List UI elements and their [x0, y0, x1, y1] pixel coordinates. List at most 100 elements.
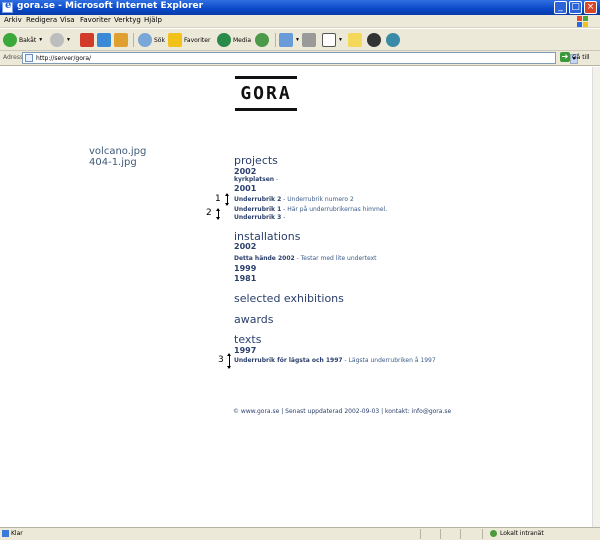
subheading-item[interactable]: Underrubrik 2 - Underrubrik numero 2	[234, 196, 354, 203]
menu-arkiv[interactable]: Arkiv	[4, 16, 22, 24]
menu-visa[interactable]: Visa	[60, 16, 75, 24]
history-button[interactable]	[255, 32, 269, 48]
close-button[interactable]: ×	[584, 1, 597, 14]
stop-icon	[80, 33, 94, 47]
file-link[interactable]: 404-1.jpg	[89, 157, 146, 168]
chevron-down-icon[interactable]: ▼	[295, 37, 300, 43]
menu-redigera[interactable]: Redigera	[26, 16, 57, 24]
subheading-item[interactable]: Detta hände 2002 - Testar med lite under…	[234, 255, 376, 262]
windows-logo-icon	[577, 16, 588, 27]
menu-favoriter[interactable]: Favoriter	[80, 16, 111, 24]
subheading-title: Underrubrik 3	[234, 214, 282, 221]
maximize-button[interactable]: □	[569, 1, 582, 14]
mail-icon	[279, 33, 293, 47]
discuss-button[interactable]	[348, 32, 362, 48]
menu-bar: Arkiv Redigera Visa Favoriter Verktyg Hj…	[0, 15, 600, 28]
favorites-button[interactable]: Favoriter	[168, 32, 210, 48]
media-icon	[217, 33, 231, 47]
go-button[interactable]: ➔ Gå till	[560, 52, 590, 62]
messenger-button[interactable]	[386, 32, 400, 48]
subheading-desc: -	[281, 214, 286, 221]
page-icon	[25, 54, 33, 62]
logo-bar-top	[235, 76, 297, 79]
address-label: Adress	[3, 54, 24, 61]
research-button[interactable]	[367, 32, 381, 48]
media-button[interactable]: Media	[217, 32, 251, 48]
nav-projects[interactable]: projects	[234, 154, 278, 167]
file-link[interactable]: volcano.jpg	[89, 146, 146, 157]
chevron-down-icon[interactable]: ▼	[38, 37, 43, 43]
double-arrow-icon	[216, 208, 220, 220]
print-button[interactable]	[302, 32, 316, 48]
year-link[interactable]: 1997	[234, 346, 256, 355]
back-button[interactable]: Bakåt ▼	[3, 32, 43, 48]
search-icon	[138, 33, 152, 47]
title-bar: gora.se - Microsoft Internet Explorer _ …	[0, 0, 600, 15]
minimize-button[interactable]: _	[554, 1, 567, 14]
nav-selected-exhibitions[interactable]: selected exhibitions	[234, 292, 344, 305]
research-icon	[367, 33, 381, 47]
forward-button[interactable]: ▼	[50, 32, 71, 48]
security-zone: Lokalt intranät	[490, 530, 544, 537]
intranet-icon	[490, 530, 497, 537]
home-button[interactable]	[114, 32, 128, 48]
subheading-title: Detta hände 2002	[234, 255, 295, 262]
page-footer: © www.gora.se | Senast uppdaterad 2002-0…	[233, 408, 452, 415]
status-bar: Klar Lokalt intranät	[0, 527, 600, 540]
mail-button[interactable]: ▼	[279, 32, 300, 48]
chevron-down-icon[interactable]: ▼	[66, 37, 71, 43]
stop-button[interactable]	[80, 32, 94, 48]
ie-icon	[2, 0, 13, 13]
year-link[interactable]: 1981	[234, 274, 256, 283]
nav-awards[interactable]: awards	[234, 313, 274, 326]
toolbar: Bakåt ▼ ▼ Sök Favoriter Media ▼ ▼	[0, 29, 600, 51]
year-link[interactable]: 1999	[234, 264, 256, 273]
vertical-scrollbar[interactable]	[592, 67, 600, 527]
year-link[interactable]: 2001	[234, 184, 256, 193]
forward-arrow-icon	[50, 33, 64, 47]
address-input[interactable]	[36, 54, 536, 63]
subheading-item[interactable]: Underrubrik 1 - Här på underrubrikernas …	[234, 206, 387, 213]
page-done-icon	[2, 530, 9, 537]
subheading-item[interactable]: Underrubrik 3 -	[234, 214, 285, 221]
subheading-desc: - Testar med lite undertext	[294, 255, 377, 262]
toolbar-separator	[275, 33, 276, 47]
back-arrow-icon	[3, 33, 17, 47]
search-button[interactable]: Sök	[138, 32, 165, 48]
status-text: Klar	[2, 530, 23, 537]
window-title: gora.se - Microsoft Internet Explorer	[17, 1, 204, 11]
edit-icon	[322, 33, 336, 47]
chevron-down-icon[interactable]: ▼	[338, 37, 343, 43]
subheading-desc: - Underrubrik numero 2	[281, 196, 354, 203]
status-divider	[460, 529, 461, 539]
history-icon	[255, 33, 269, 47]
marker-label: 1	[215, 194, 221, 204]
edit-button[interactable]: ▼	[322, 32, 343, 48]
menu-verktyg[interactable]: Verktyg	[114, 16, 141, 24]
subheading-item[interactable]: Underrubrik för lägsta och 1997 - Lägsta…	[234, 357, 436, 364]
address-bar: Adress ▼ ➔ Gå till	[0, 51, 600, 66]
project-title: kyrkplatsen	[234, 176, 275, 183]
subheading-title: Underrubrik 2	[234, 196, 282, 203]
messenger-icon	[386, 33, 400, 47]
file-list: volcano.jpg 404-1.jpg	[89, 146, 146, 168]
menu-hjalp[interactable]: Hjälp	[144, 16, 162, 24]
project-desc: -	[274, 176, 279, 183]
marker-label: 2	[206, 208, 212, 218]
status-divider	[440, 529, 441, 539]
subheading-desc: - Lägsta underrubriken å 1997	[342, 357, 436, 364]
home-icon	[114, 33, 128, 47]
note-icon	[348, 33, 362, 47]
subheading-desc: - Här på underrubrikernas himmel.	[281, 206, 388, 213]
subheading-title: Underrubrik 1	[234, 206, 282, 213]
double-arrow-icon	[227, 353, 231, 369]
nav-texts[interactable]: texts	[234, 333, 261, 346]
project-item[interactable]: kyrkplatsen -	[234, 176, 278, 183]
star-icon	[168, 33, 182, 47]
gora-logo[interactable]: GORA	[235, 76, 297, 111]
subheading-title: Underrubrik för lägsta och 1997	[234, 357, 343, 364]
year-link[interactable]: 2002	[234, 167, 256, 176]
refresh-button[interactable]	[97, 32, 111, 48]
address-field[interactable]: ▼	[22, 52, 578, 64]
year-link[interactable]: 2002	[234, 242, 256, 251]
